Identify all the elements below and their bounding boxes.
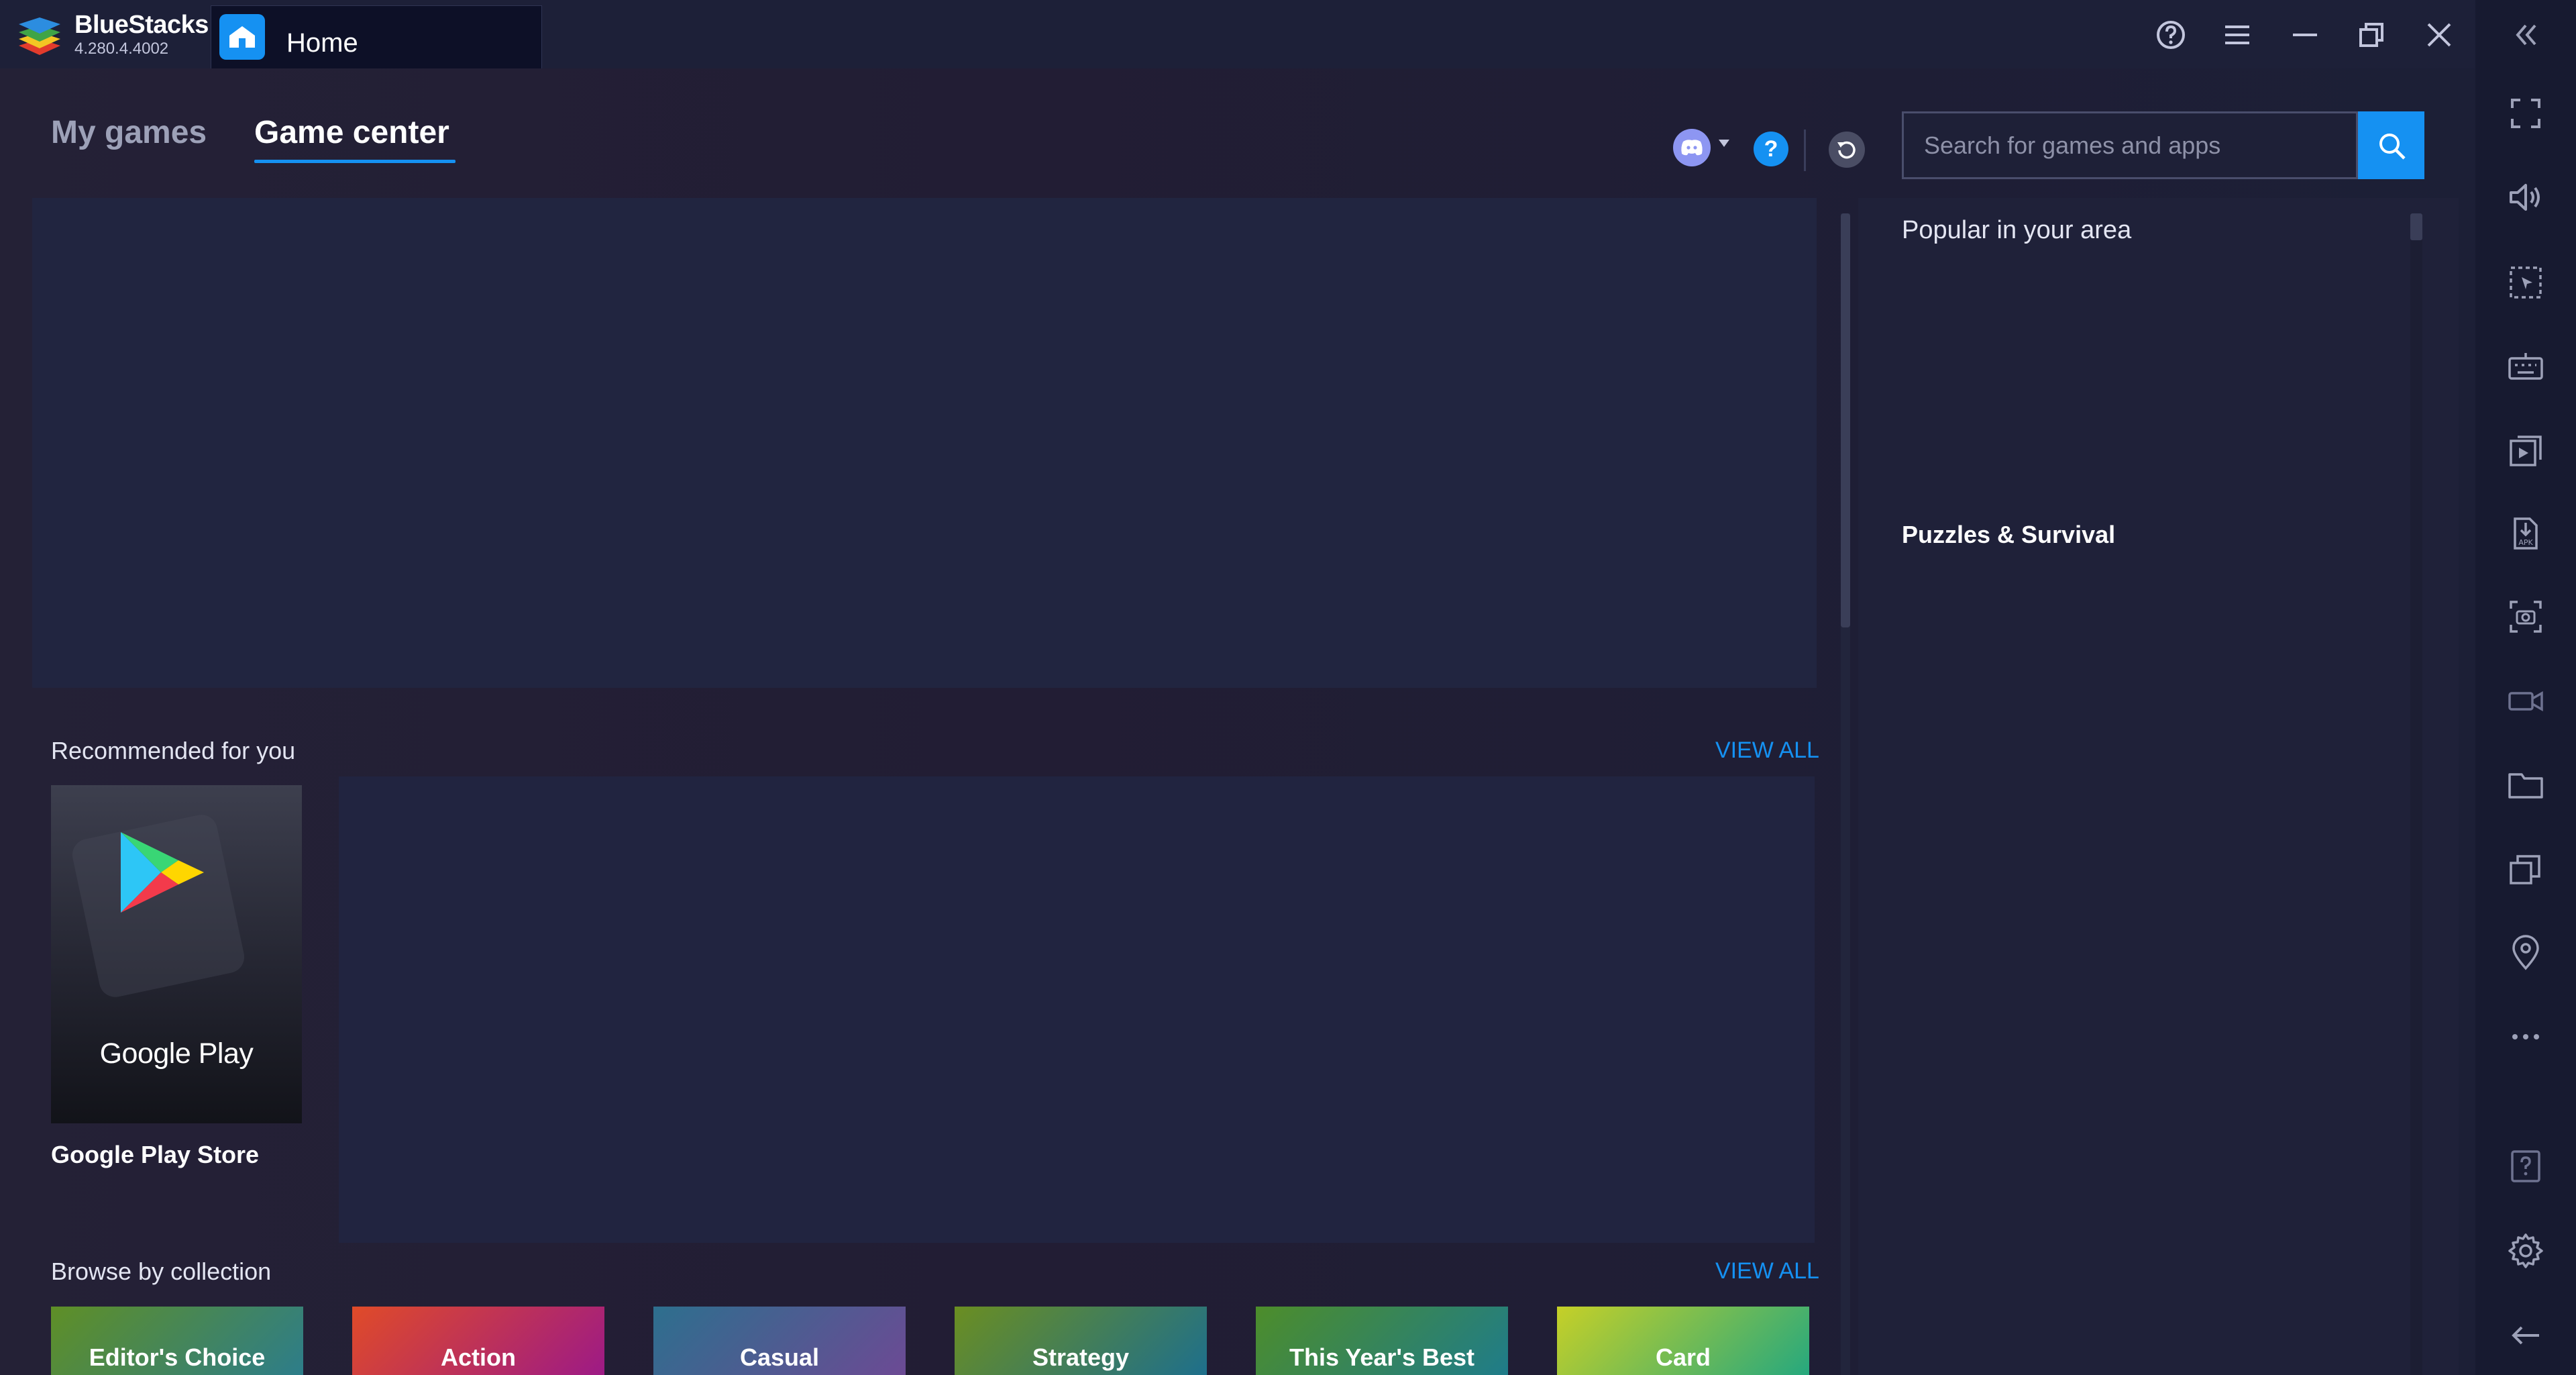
back-button[interactable] <box>2502 1312 2549 1359</box>
collections-view-all-link[interactable]: VIEW ALL <box>1715 1258 1819 1284</box>
app-name-google-play-store[interactable]: Google Play Store <box>51 1141 259 1169</box>
tab-my-games[interactable]: My games <box>51 114 207 151</box>
menu-icon <box>2225 26 2249 44</box>
home-tab-label: Home <box>286 28 358 58</box>
volume-icon <box>2510 184 2540 211</box>
popular-panel <box>1858 198 2459 1375</box>
collection-label: Editor's Choice <box>89 1343 266 1371</box>
tab-game-center[interactable]: Game center <box>254 114 449 151</box>
search-box <box>1902 111 2358 179</box>
more-button[interactable] <box>2502 1013 2549 1060</box>
collections-title: Browse by collection <box>51 1258 272 1285</box>
restore-button[interactable] <box>2351 15 2392 55</box>
keyboard-button[interactable] <box>2502 343 2549 390</box>
record-video-button[interactable] <box>2502 678 2549 725</box>
restore-icon <box>2359 23 2383 47</box>
collapse-sidebar-button[interactable] <box>2502 11 2549 58</box>
fullscreen-icon <box>2511 99 2540 128</box>
location-icon <box>2512 935 2539 970</box>
collection-label: Strategy <box>1032 1343 1130 1371</box>
active-tab-indicator <box>254 160 455 163</box>
search-input[interactable] <box>1904 113 2356 177</box>
pointer-selection-icon <box>2510 266 2542 299</box>
settings-button[interactable] <box>2502 1227 2549 1274</box>
help-circle-icon <box>2157 21 2185 49</box>
install-apk-icon: APK <box>2514 517 2538 550</box>
search-button[interactable] <box>2358 111 2424 179</box>
collection-strategy[interactable]: Strategy <box>955 1307 1207 1375</box>
folder-button[interactable] <box>2502 762 2549 809</box>
fullscreen-button[interactable] <box>2502 90 2549 137</box>
record-video-icon <box>2508 691 2543 712</box>
install-apk-button[interactable]: APK <box>2502 510 2549 557</box>
media-manager-button[interactable] <box>2502 427 2549 474</box>
collection-editors-choice[interactable]: Editor's Choice <box>51 1307 303 1375</box>
google-play-card[interactable]: Google Play <box>51 785 302 1123</box>
recommended-view-all-link[interactable]: VIEW ALL <box>1715 737 1819 764</box>
screenshot-button[interactable] <box>2502 593 2549 640</box>
svg-text:APK: APK <box>2518 538 2533 547</box>
pointer-selection-button[interactable] <box>2502 259 2549 306</box>
back-icon <box>2512 1326 2539 1345</box>
collection-this-years-best[interactable]: This Year's Best <box>1256 1307 1508 1375</box>
location-button[interactable] <box>2502 929 2549 976</box>
minimize-button[interactable] <box>2285 15 2325 55</box>
bluestacks-logo-icon <box>19 17 60 55</box>
toolbar-divider <box>1804 130 1806 171</box>
app-name: BlueStacks <box>74 11 209 39</box>
tab-home[interactable]: Home <box>211 5 542 68</box>
more-icon <box>2512 1034 2539 1039</box>
minimize-icon <box>2293 34 2317 36</box>
settings-icon <box>2508 1233 2543 1268</box>
collection-label: Action <box>441 1343 516 1371</box>
keyboard-icon <box>2508 353 2543 380</box>
media-manager-icon <box>2510 436 2542 466</box>
close-button[interactable] <box>2419 15 2459 55</box>
discord-button[interactable] <box>1673 129 1711 166</box>
help-icon <box>2511 1150 2540 1182</box>
collapse-sidebar-icon <box>2516 24 2536 46</box>
main-scrollbar[interactable] <box>1841 213 1850 627</box>
collection-label: Card <box>1655 1343 1711 1371</box>
volume-button[interactable] <box>2502 174 2549 221</box>
app-version: 4.280.4.4002 <box>74 40 169 58</box>
sidebar-help-button[interactable] <box>2502 1143 2549 1190</box>
discord-icon <box>1681 140 1703 156</box>
popular-scroll-track <box>2410 213 2422 1375</box>
featured-banner[interactable] <box>32 198 1817 688</box>
recommended-title: Recommended for you <box>51 737 296 764</box>
google-play-brand-text: Google Play <box>99 1037 254 1070</box>
popular-game-item[interactable]: Puzzles & Survival <box>1902 521 2115 549</box>
google-play-logo-icon <box>51 785 302 1123</box>
collection-action[interactable]: Action <box>352 1307 604 1375</box>
refresh-button[interactable] <box>1829 132 1865 168</box>
title-bar: BlueStacks 4.280.4.4002 Home <box>0 0 2475 68</box>
help-question-icon[interactable]: ? <box>1754 132 1788 166</box>
collection-card[interactable]: Card <box>1557 1307 1809 1375</box>
search-icon <box>2379 133 2406 160</box>
collection-label: This Year's Best <box>1289 1343 1475 1371</box>
screenshot-icon <box>2510 601 2542 633</box>
collection-label: Casual <box>739 1343 820 1371</box>
popular-title: Popular in your area <box>1902 216 2132 244</box>
help-button[interactable] <box>2151 15 2191 55</box>
multi-instance-button[interactable] <box>2502 845 2549 892</box>
menu-button[interactable] <box>2217 15 2257 55</box>
home-icon <box>219 14 265 60</box>
discord-dropdown-chevron-icon[interactable] <box>1719 140 1729 147</box>
close-icon <box>2427 23 2451 47</box>
recommended-loading-area <box>339 776 1815 1243</box>
refresh-icon <box>1837 141 1856 159</box>
collection-casual[interactable]: Casual <box>653 1307 906 1375</box>
bluestacks-window: BlueStacks 4.280.4.4002 Home My games Ga… <box>0 0 2576 1375</box>
folder-icon <box>2508 773 2543 799</box>
multi-instance-icon <box>2510 855 2540 884</box>
popular-scrollbar[interactable] <box>2410 213 2422 240</box>
